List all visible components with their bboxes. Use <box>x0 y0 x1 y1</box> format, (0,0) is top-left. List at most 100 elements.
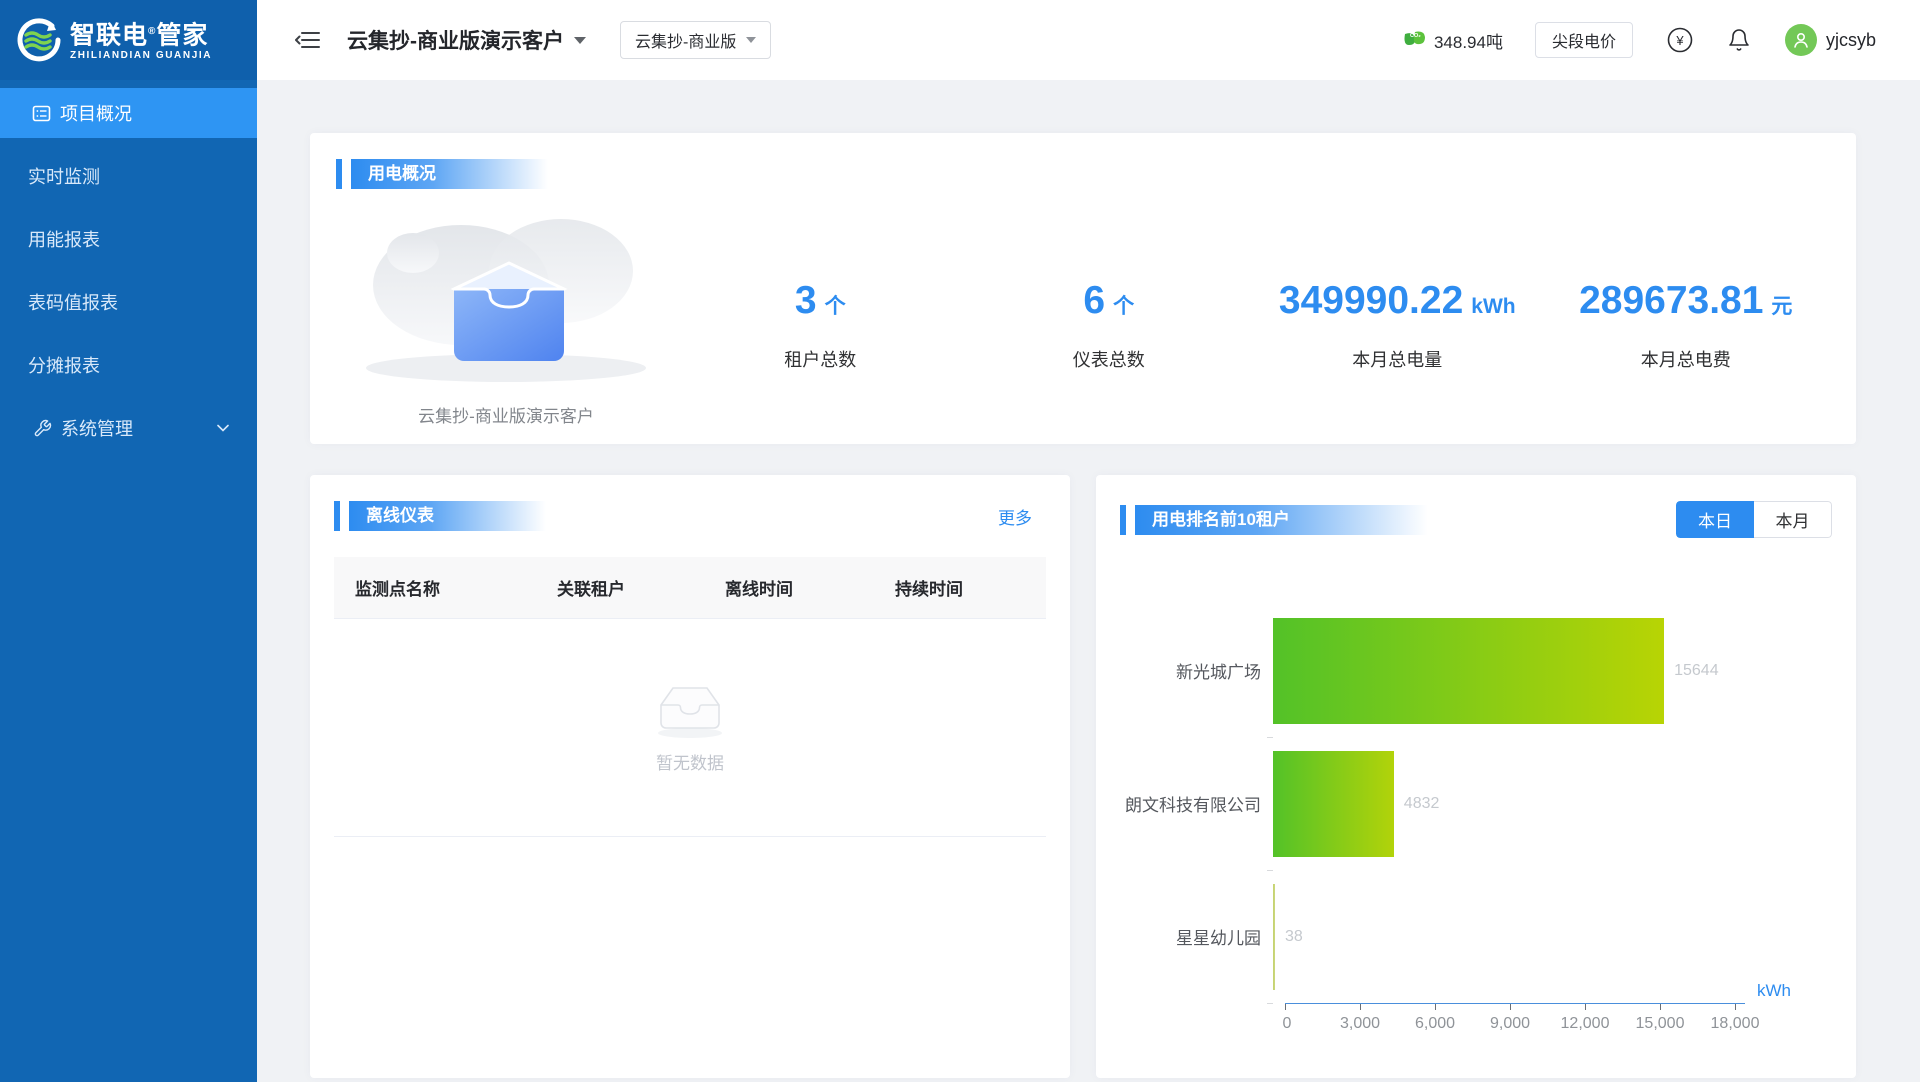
sidebar-item-label: 实时监测 <box>28 163 100 189</box>
sidebar-item-meter-reading-report[interactable]: 表码值报表 <box>0 277 257 327</box>
overview-card-title: 用电概况 <box>336 159 1830 189</box>
sidebar-item-energy-report[interactable]: 用能报表 <box>0 214 257 264</box>
x-tick-label: 15,000 <box>1636 1015 1685 1033</box>
sidebar-item-allocation-report[interactable]: 分摊报表 <box>0 340 257 390</box>
top-header: 云集抄-商业版演示客户 云集抄-商业版 CO₂ 348.94吨 尖段电价 <box>257 0 1920 80</box>
empty-inbox-icon <box>655 681 725 739</box>
ranking-bar-chart: 新光城广场 15644 朗文科技有限公司 4832 <box>1120 604 1832 1043</box>
x-tick-label: 18,000 <box>1711 1015 1760 1033</box>
sidebar-item-label: 用能报表 <box>28 226 100 252</box>
sidebar-item-label: 表码值报表 <box>28 289 118 315</box>
stat-unit: 元 <box>1771 295 1792 318</box>
notifications-button[interactable] <box>1727 27 1751 53</box>
title-notch <box>336 159 342 189</box>
logo-subtitle: ZHILIANDIAN GUANJIA <box>70 50 212 61</box>
x-tick-label: 9,000 <box>1490 1015 1530 1033</box>
cloud-box-illustration <box>351 193 661 393</box>
logo-icon <box>14 16 62 64</box>
bar-xinguangcheng[interactable] <box>1273 618 1664 724</box>
stat-meter-total: 6个 仪表总数 <box>965 281 1254 427</box>
bar-value-label: 38 <box>1285 928 1303 946</box>
bell-icon <box>1727 27 1751 53</box>
billing-button[interactable]: ¥ <box>1667 27 1693 53</box>
more-link[interactable]: 更多 <box>998 504 1032 529</box>
stat-label: 租户总数 <box>676 346 965 372</box>
category-label: 朗文科技有限公司 <box>1120 791 1273 816</box>
stat-value: 349990.22 <box>1279 279 1463 322</box>
tab-today[interactable]: 本日 <box>1676 501 1754 538</box>
stat-unit: kWh <box>1471 295 1515 318</box>
illustration-caption: 云集抄-商业版演示客户 <box>336 402 676 427</box>
stat-unit: 个 <box>1113 295 1134 318</box>
price-period-label: 尖段电价 <box>1552 28 1616 52</box>
x-tick-label: 0 <box>1283 1015 1292 1033</box>
app-root: 智联电®管家 ZHILIANDIAN GUANJIA 项目概况 实时监测 用能报… <box>0 0 1920 1082</box>
bar-langwen-tech[interactable] <box>1273 751 1394 857</box>
sidebar-item-label: 系统管理 <box>61 415 133 441</box>
user-avatar[interactable] <box>1785 24 1817 56</box>
carbon-value: 348.94吨 <box>1434 28 1503 53</box>
main-content: 用电概况 <box>257 80 1920 1082</box>
x-axis-line <box>1285 1003 1745 1004</box>
sidebar-item-label: 分摊报表 <box>28 352 100 378</box>
column-header-monitor-point: 监测点名称 <box>355 575 557 600</box>
logo-title: 智联电 <box>70 21 148 49</box>
leaf-icon: CO₂ <box>1402 28 1428 52</box>
chart-row: 朗文科技有限公司 4832 <box>1120 737 1832 870</box>
title-caret-icon <box>574 37 586 44</box>
project-select-value: 云集抄-商业版 <box>635 28 736 52</box>
offline-table-header: 监测点名称 关联租户 离线时间 持续时间 <box>334 557 1046 619</box>
stat-value: 3 <box>795 279 817 322</box>
category-label: 新光城广场 <box>1120 658 1273 683</box>
category-label: 星星幼儿园 <box>1120 924 1273 949</box>
page-title[interactable]: 云集抄-商业版演示客户 <box>347 25 564 55</box>
title-notch <box>1120 505 1126 535</box>
sidebar-collapse-icon[interactable] <box>295 29 321 51</box>
offline-card-title: 离线仪表 <box>334 501 554 531</box>
top10-ranking-card: 用电排名前10租户 本日 本月 新光城广场 15644 <box>1096 475 1856 1078</box>
sidebar-menu: 项目概况 实时监测 用能报表 表码值报表 分摊报表 系统管理 <box>0 88 257 453</box>
column-header-offline-time: 离线时间 <box>725 575 895 600</box>
ranking-title-banner: 用电排名前10租户 <box>1135 505 1440 535</box>
person-icon <box>1792 31 1810 49</box>
stat-month-cost: 289673.81元 本月总电费 <box>1542 281 1831 427</box>
chart-row: 新光城广场 15644 <box>1120 604 1832 737</box>
username[interactable]: yjcsyb <box>1826 30 1876 51</box>
title-notch <box>334 501 340 531</box>
currency-yuan-icon: ¥ <box>1667 27 1693 53</box>
overview-stats: 3个 租户总数 6个 仪表总数 349990.22kWh 本月总电量 28967… <box>676 193 1830 427</box>
tab-this-month[interactable]: 本月 <box>1754 501 1832 538</box>
x-axis: 0 3,000 6,000 9,000 12,000 15,000 18,000… <box>1285 1003 1755 1043</box>
x-tick-label: 12,000 <box>1561 1015 1610 1033</box>
svg-text:¥: ¥ <box>1675 33 1684 48</box>
stat-label: 本月总电量 <box>1253 346 1542 372</box>
price-period-badge[interactable]: 尖段电价 <box>1535 22 1633 58</box>
bar-xingxing-kindergarten[interactable] <box>1273 884 1275 990</box>
dropdown-caret-icon <box>746 37 756 43</box>
carbon-badge[interactable]: CO₂ 348.94吨 <box>1402 28 1503 53</box>
stat-value: 289673.81 <box>1579 279 1763 322</box>
project-select-dropdown[interactable]: 云集抄-商业版 <box>620 21 771 59</box>
column-header-duration: 持续时间 <box>895 575 1046 600</box>
wrench-icon <box>33 419 52 438</box>
ranking-card-title: 用电排名前10租户 <box>1120 505 1440 535</box>
stat-month-energy: 349990.22 kWh 本月总电量 <box>1253 281 1542 427</box>
sidebar-item-project-overview[interactable]: 项目概况 <box>0 88 257 138</box>
x-tick-label: 6,000 <box>1415 1015 1455 1033</box>
offline-meters-card: 离线仪表 更多 监测点名称 关联租户 离线时间 持续时间 暂无数 <box>310 475 1070 1078</box>
sidebar-item-realtime-monitor[interactable]: 实时监测 <box>0 151 257 201</box>
sidebar-item-system-management[interactable]: 系统管理 <box>0 403 257 453</box>
logo: 智联电®管家 ZHILIANDIAN GUANJIA <box>0 0 257 80</box>
stat-tenant-total: 3个 租户总数 <box>676 281 965 427</box>
column-header-tenant: 关联租户 <box>557 575 725 600</box>
offline-title-banner: 离线仪表 <box>349 501 554 531</box>
empty-state-text: 暂无数据 <box>656 749 724 774</box>
x-tick-label: 3,000 <box>1340 1015 1380 1033</box>
x-axis-unit-label: kWh <box>1757 981 1791 1001</box>
overview-illustration: 云集抄-商业版演示客户 <box>336 193 676 427</box>
chart-row: 星星幼儿园 38 <box>1120 870 1832 1003</box>
chevron-down-icon <box>217 424 229 432</box>
bar-value-label: 4832 <box>1404 795 1440 813</box>
electricity-overview-card: 用电概况 <box>310 133 1856 444</box>
logo-text: 智联电®管家 ZHILIANDIAN GUANJIA <box>70 19 212 61</box>
